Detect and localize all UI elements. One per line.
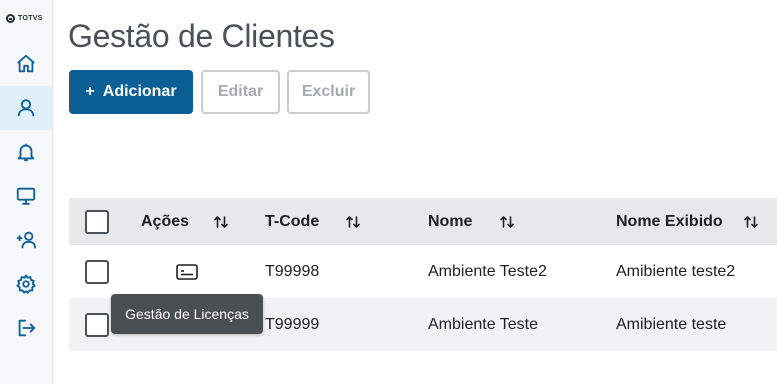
nome-exibido-cell: Amibiente teste2 xyxy=(616,262,736,280)
delete-button[interactable]: Excluir xyxy=(287,70,370,114)
sidebar-item-home[interactable] xyxy=(0,42,52,86)
sort-icon[interactable] xyxy=(743,214,759,230)
row-checkbox[interactable] xyxy=(85,312,109,337)
row-checkbox[interactable] xyxy=(85,259,109,284)
home-icon xyxy=(17,54,35,73)
sidebar: TOTVS xyxy=(0,0,53,384)
column-header-acoes[interactable]: Ações xyxy=(141,213,189,231)
edit-button-label: Editar xyxy=(217,83,264,100)
table-header: Ações T-Code Nome Nome Exibido xyxy=(69,198,777,245)
sidebar-item-notifications[interactable] xyxy=(0,130,52,174)
sidebar-item-add-user[interactable] xyxy=(0,218,52,262)
add-button[interactable]: + Adicionar xyxy=(69,70,193,114)
column-header-nome[interactable]: Nome xyxy=(428,213,472,231)
column-header-nome-exibido[interactable]: Nome Exibido xyxy=(616,213,723,231)
sort-icon[interactable] xyxy=(213,214,229,230)
totvs-logo: TOTVS xyxy=(6,14,43,23)
bell-icon xyxy=(17,143,35,162)
monitor-icon xyxy=(16,187,36,205)
logo-text: TOTVS xyxy=(18,15,43,22)
nome-cell: Ambiente Teste xyxy=(428,315,538,333)
tcode-cell: T99998 xyxy=(265,262,320,280)
nome-cell: Ambiente Teste2 xyxy=(428,262,547,280)
page-title: Gestão de Clientes xyxy=(68,18,335,54)
gear-icon xyxy=(16,274,36,294)
nome-exibido-cell: Amibiente teste xyxy=(616,315,727,333)
select-all-checkbox[interactable] xyxy=(85,209,109,234)
logout-icon xyxy=(18,319,36,337)
sidebar-item-monitor[interactable] xyxy=(0,174,52,218)
license-card-icon[interactable] xyxy=(176,263,198,280)
add-user-icon xyxy=(16,231,37,249)
plus-icon: + xyxy=(85,83,95,100)
tcode-cell: T99999 xyxy=(265,315,320,333)
user-icon xyxy=(17,99,35,117)
sidebar-item-clients[interactable] xyxy=(0,86,52,130)
table-row[interactable]: T99998 Ambiente Teste2 Amibiente teste2 xyxy=(69,245,777,298)
edit-button[interactable]: Editar xyxy=(201,70,280,114)
tooltip: Gestão de Licenças xyxy=(111,294,263,334)
tooltip-text: Gestão de Licenças xyxy=(125,306,249,322)
add-button-label: Adicionar xyxy=(102,83,177,100)
sidebar-item-settings[interactable] xyxy=(0,262,52,306)
column-header-tcode[interactable]: T-Code xyxy=(265,213,319,231)
sort-icon[interactable] xyxy=(499,214,515,230)
sort-icon[interactable] xyxy=(345,214,361,230)
delete-button-label: Excluir xyxy=(301,83,356,100)
sidebar-item-logout[interactable] xyxy=(0,306,52,350)
totvs-logo-mark xyxy=(6,14,15,23)
